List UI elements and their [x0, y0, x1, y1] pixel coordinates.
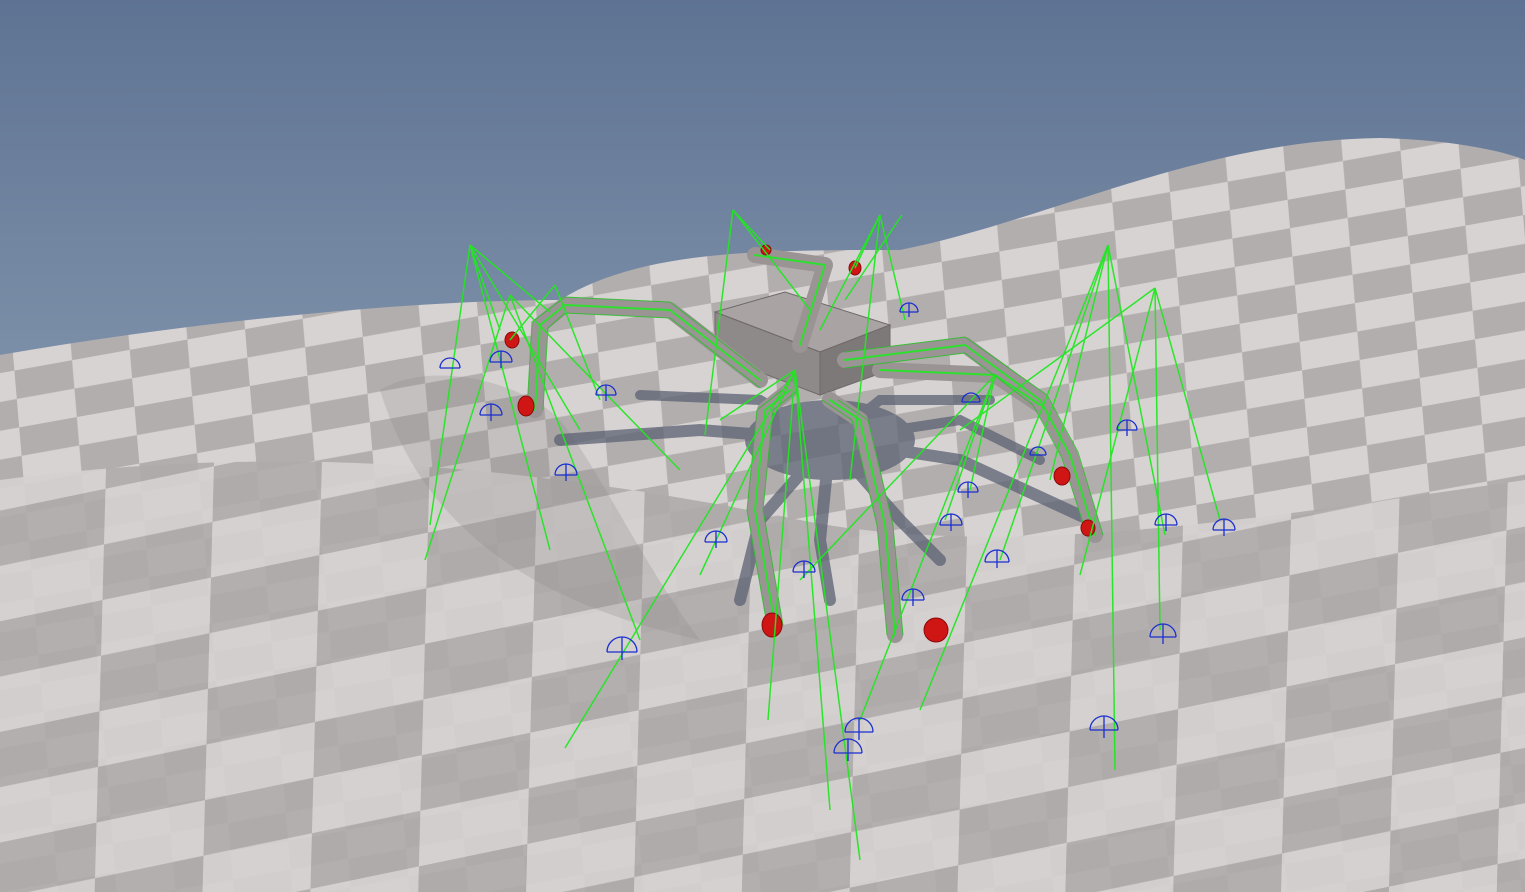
- ik-target-marker: [517, 395, 535, 417]
- ik-target-marker: [504, 331, 520, 349]
- ik-target-marker: [1053, 466, 1071, 486]
- scene-render: [0, 0, 1525, 892]
- ik-target-marker: [761, 612, 783, 638]
- ik-target-marker: [923, 617, 949, 643]
- game-viewport[interactable]: [0, 0, 1525, 892]
